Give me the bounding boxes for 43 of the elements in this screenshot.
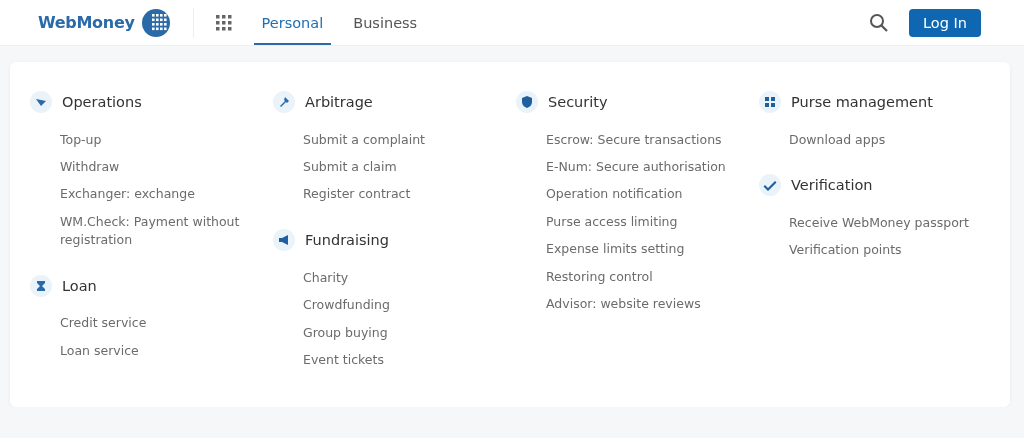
menu-link[interactable]: Top-up: [60, 126, 250, 154]
menu-link[interactable]: Loan service: [60, 336, 250, 365]
shield-icon: [516, 91, 538, 113]
search-icon[interactable]: [869, 12, 889, 33]
menu-link[interactable]: Event tickets: [303, 346, 493, 374]
menu-link[interactable]: Withdraw: [60, 153, 250, 181]
menu-link[interactable]: Register contract: [303, 180, 493, 209]
grid-icon: [759, 91, 781, 113]
nav-tab[interactable]: Business: [345, 0, 426, 45]
login-button[interactable]: Log In: [909, 8, 981, 37]
menu-link[interactable]: Charity: [303, 264, 493, 292]
gavel-icon: [273, 91, 295, 113]
checkmark-icon: [759, 174, 781, 197]
megaphone-icon: [273, 229, 295, 252]
menu-link[interactable]: Crowdfunding: [303, 291, 493, 319]
menu-link[interactable]: Advisor: website reviews: [546, 290, 736, 318]
section-title: Operations: [62, 94, 142, 110]
menu-link[interactable]: Escrow: Secure transactions: [546, 126, 736, 154]
menu-link[interactable]: Restoring control: [546, 262, 736, 291]
section-title: Arbitrage: [305, 94, 373, 110]
hourglass-icon: [30, 274, 52, 297]
section-title: Verification: [791, 177, 873, 194]
menu-link[interactable]: Submit a claim: [303, 153, 493, 181]
menu-link[interactable]: Verification points: [789, 236, 979, 265]
menu-link[interactable]: Download apps: [789, 126, 979, 154]
menu-link[interactable]: Credit service: [60, 309, 250, 337]
menu-link[interactable]: E-Num: Secure authorisation: [546, 153, 736, 181]
menu-link[interactable]: Operation notification: [546, 180, 736, 209]
section-title: Loan: [62, 277, 97, 294]
section-title: Purse management: [791, 94, 933, 110]
section-title: Security: [548, 94, 608, 110]
menu-link[interactable]: Submit a complaint: [303, 126, 493, 154]
menu-link[interactable]: Purse access limiting: [546, 208, 736, 236]
menu-link[interactable]: Group buying: [303, 318, 493, 347]
nav-tab[interactable]: Personal: [253, 0, 332, 45]
apps-grid-icon[interactable]: [215, 14, 232, 31]
section-title: Fundraising: [305, 232, 389, 249]
menu-link[interactable]: Expense limits setting: [546, 235, 736, 263]
menu-link[interactable]: WM.Check: Payment without registration: [60, 208, 250, 254]
menu-link[interactable]: Exchanger: exchange: [60, 180, 250, 209]
globe-logo-icon[interactable]: [140, 7, 171, 38]
logo-text[interactable]: WebMoney: [38, 13, 135, 32]
menu-link[interactable]: Receive WebMoney passport: [789, 209, 979, 237]
